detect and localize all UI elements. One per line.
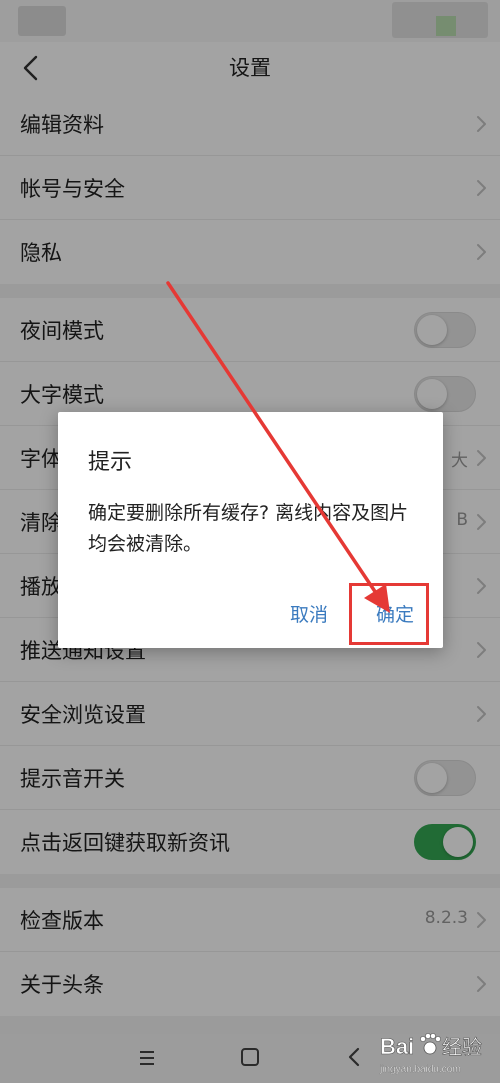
watermark-text-en: Bai — [380, 1034, 414, 1059]
dialog-message: 确定要删除所有缓存? 离线内容及图片均会被清除。 — [88, 502, 409, 555]
paw-icon — [420, 1033, 441, 1055]
watermark-sub: jingyan.baidu.com — [379, 1064, 461, 1075]
watermark-text-cn: 经验 — [442, 1035, 482, 1059]
dialog-title: 提示 — [88, 450, 133, 475]
cancel-button[interactable]: 取消 — [290, 600, 328, 627]
baidu-jingyan-watermark: Bai 经验 jingyan.baidu.com — [379, 1033, 482, 1075]
annotation-highlight-box — [349, 583, 429, 645]
